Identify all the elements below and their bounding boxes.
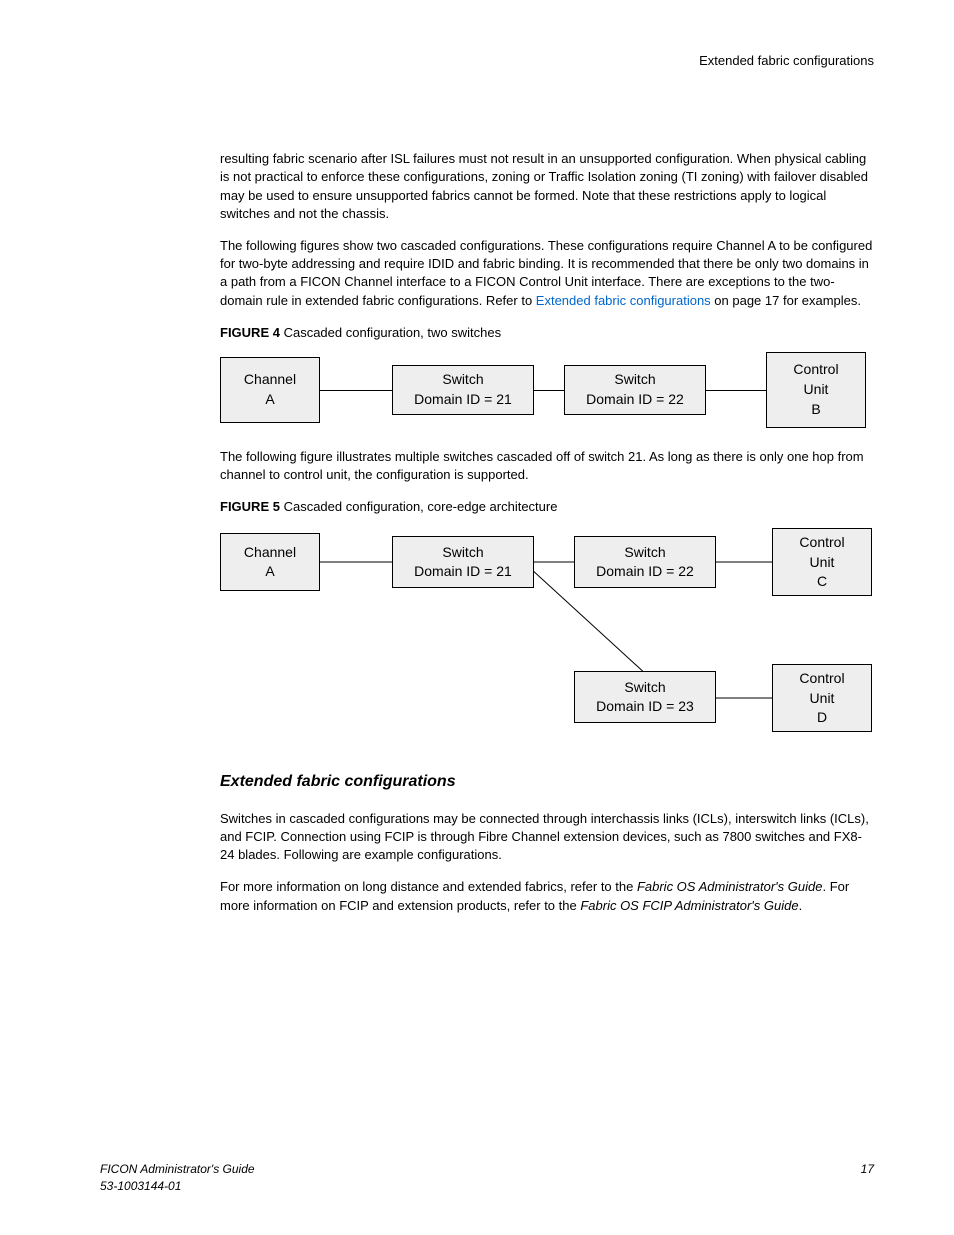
node-text: D [775,708,869,728]
figure-caption-text: Cascaded configuration, two switches [280,325,501,340]
node-text: Switch [577,543,713,563]
node-text: Switch [577,678,713,698]
node-channel-a: Channel A [220,357,320,423]
connector-line [280,390,840,391]
paragraph: Switches in cascaded configurations may … [220,810,874,865]
node-text: Domain ID = 23 [577,697,713,717]
paragraph: The following figures show two cascaded … [220,237,874,310]
node-text: Channel [223,543,317,563]
footer-page-number: 17 [861,1161,874,1178]
link-extended-fabric-configurations[interactable]: Extended fabric configurations [536,293,711,308]
node-text: Channel [223,370,317,390]
figure-5-diagram: Channel A Switch Domain ID = 21 Switch D… [220,526,880,741]
node-text: Domain ID = 22 [567,390,703,410]
node-text: A [223,390,317,410]
node-text: Domain ID = 22 [577,562,713,582]
node-control-unit-c: Control Unit C [772,528,872,596]
node-control-unit-d: Control Unit D [772,664,872,732]
figure-label: FIGURE 4 [220,325,280,340]
referenced-document: Fabric OS Administrator's Guide [637,879,823,894]
text: on page 17 for examples. [711,293,861,308]
node-text: Switch [567,370,703,390]
node-text: Control [775,533,869,553]
node-switch-23: Switch Domain ID = 23 [574,671,716,723]
paragraph: The following figure illustrates multipl… [220,448,874,484]
text: For more information on long distance an… [220,879,637,894]
text: . [799,898,803,913]
referenced-document: Fabric OS FCIP Administrator's Guide [580,898,798,913]
page-header-right: Extended fabric configurations [100,52,874,70]
node-switch-21: Switch Domain ID = 21 [392,536,534,588]
node-text: C [775,572,869,592]
figure-caption-text: Cascaded configuration, core-edge archit… [280,499,558,514]
section-heading: Extended fabric configurations [220,771,874,793]
node-text: Domain ID = 21 [395,562,531,582]
page-footer: FICON Administrator's Guide 17 53-100314… [100,1161,874,1195]
node-text: Unit [775,689,869,709]
paragraph: For more information on long distance an… [220,878,874,914]
figure-4-diagram: Channel A Switch Domain ID = 21 Switch D… [220,352,880,430]
node-text: Control [775,669,869,689]
node-text: B [769,400,863,420]
node-switch-21: Switch Domain ID = 21 [392,365,534,415]
figure-5-caption: FIGURE 5 Cascaded configuration, core-ed… [220,498,874,516]
node-channel-a: Channel A [220,533,320,591]
node-text: Control [769,360,863,380]
node-control-unit-b: Control Unit B [766,352,866,428]
node-switch-22: Switch Domain ID = 22 [574,536,716,588]
node-text: Unit [775,553,869,573]
figure-label: FIGURE 5 [220,499,280,514]
node-text: Switch [395,543,531,563]
paragraph: resulting fabric scenario after ISL fail… [220,150,874,223]
node-switch-22: Switch Domain ID = 22 [564,365,706,415]
figure-4-caption: FIGURE 4 Cascaded configuration, two swi… [220,324,874,342]
node-text: Switch [395,370,531,390]
footer-doc-title: FICON Administrator's Guide [100,1161,255,1178]
node-text: Domain ID = 21 [395,390,531,410]
node-text: A [223,562,317,582]
node-text: Unit [769,380,863,400]
footer-doc-number: 53-1003144-01 [100,1178,874,1195]
